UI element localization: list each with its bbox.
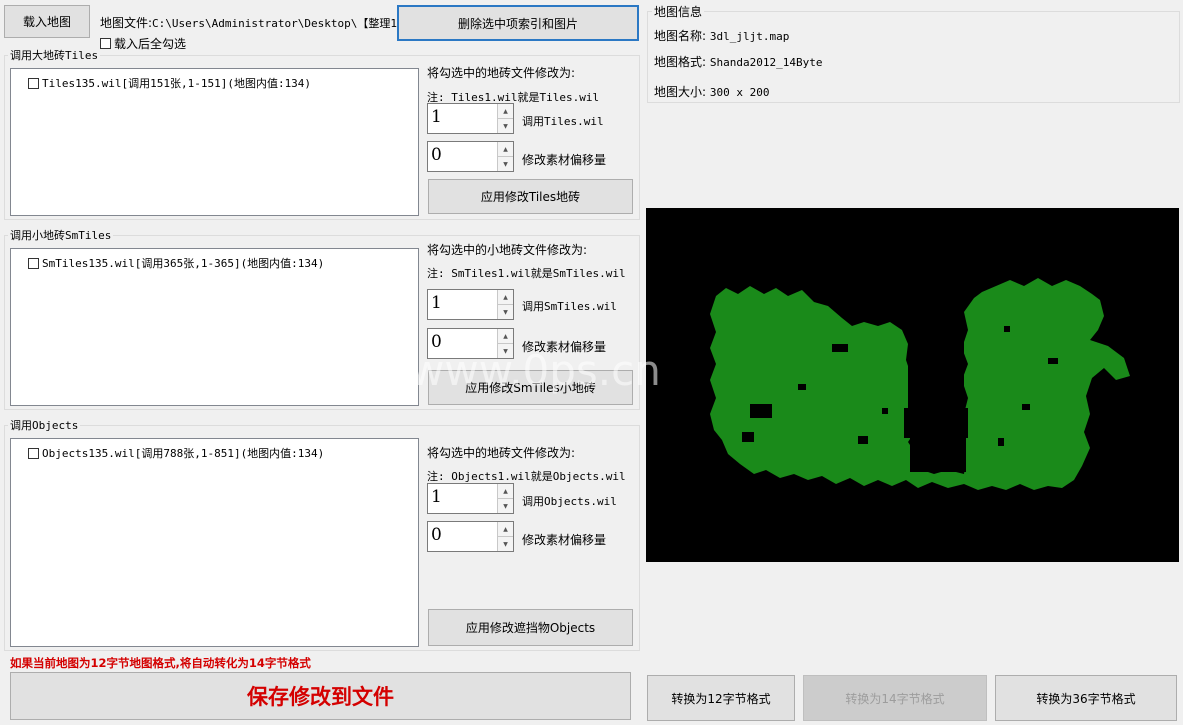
up-arrow-icon[interactable]: ▲ (498, 104, 513, 119)
stepper-value[interactable]: 1 (431, 107, 442, 127)
tiles-modify-label: 将勾选中的地砖文件修改为: (427, 66, 576, 80)
up-arrow-icon[interactable]: ▲ (498, 484, 513, 499)
list-item[interactable]: Objects135.wil[调用788张,1-851](地图内值:134) (28, 445, 324, 461)
map-hole (1048, 358, 1058, 364)
smtiles-modify-label: 将勾选中的小地砖文件修改为: (427, 243, 588, 257)
objects-file-stepper[interactable]: 1 ▲ ▼ (427, 483, 514, 514)
tiles-group-title: 调用大地砖Tiles (8, 47, 101, 63)
apply-objects-button[interactable]: 应用修改遮挡物Objects (428, 609, 633, 646)
objects-offset-stepper[interactable]: 0 ▲ ▼ (427, 521, 514, 552)
objects-listbox[interactable]: Objects135.wil[调用788张,1-851](地图内值:134) (10, 438, 419, 647)
list-item-label: Objects135.wil[调用788张,1-851](地图内值:134) (42, 447, 325, 460)
apply-smtiles-button[interactable]: 应用修改SmTiles小地砖 (428, 370, 633, 405)
map-format-label: 地图格式: (654, 55, 707, 69)
list-item-label: SmTiles135.wil[调用365张,1-365](地图内值:134) (42, 257, 325, 270)
smtiles-note: 注: SmTiles1.wil就是SmTiles.wil (427, 267, 626, 280)
item-checkbox[interactable] (28, 77, 39, 89)
map-size-row: 地图大小: 300 x 200 (654, 83, 769, 100)
map-format-value: Shanda2012_14Byte (709, 56, 823, 69)
map-file-path: C:\Users\Administrator\Desktop\【整理15】 (152, 17, 415, 30)
tiles-file-label: 调用Tiles.wil (522, 115, 604, 128)
tiles-offset-stepper[interactable]: 0 ▲ ▼ (427, 141, 514, 172)
checkbox-box[interactable] (100, 38, 111, 49)
map-hole (798, 384, 806, 390)
map-file-caption: 地图文件: (100, 16, 153, 30)
stepper-value[interactable]: 0 (431, 525, 442, 545)
stepper-arrows[interactable]: ▲ ▼ (497, 104, 513, 133)
smtiles-group-title: 调用小地砖SmTiles (8, 227, 114, 243)
map-gap (908, 304, 964, 410)
stepper-value[interactable]: 0 (431, 332, 442, 352)
objects-group-title: 调用Objects (8, 417, 81, 433)
map-preview (646, 208, 1179, 562)
smtiles-file-stepper[interactable]: 1 ▲ ▼ (427, 289, 514, 320)
down-arrow-icon[interactable]: ▼ (498, 305, 513, 319)
map-name-row: 地图名称: 3dl_jljt.map (654, 27, 789, 44)
map-hole (1022, 404, 1030, 410)
map-size-label: 地图大小: (654, 85, 707, 99)
tiles-listbox[interactable]: Tiles135.wil[调用151张,1-151](地图内值:134) (10, 68, 419, 216)
stepper-arrows[interactable]: ▲ ▼ (497, 290, 513, 319)
item-checkbox[interactable] (28, 447, 39, 459)
select-all-after-load-checkbox[interactable]: 载入后全勾选 (100, 35, 186, 52)
objects-note: 注: Objects1.wil就是Objects.wil (427, 470, 626, 483)
smtiles-offset-label: 修改素材偏移量 (522, 340, 607, 354)
objects-offset-label: 修改素材偏移量 (522, 533, 607, 547)
map-file-label: 地图文件:C:\Users\Administrator\Desktop\【整理1… (100, 14, 415, 31)
map-info-title: 地图信息 (652, 3, 705, 20)
apply-tiles-button[interactable]: 应用修改Tiles地砖 (428, 179, 633, 214)
map-hole (1004, 326, 1010, 332)
smtiles-offset-stepper[interactable]: 0 ▲ ▼ (427, 328, 514, 359)
list-item[interactable]: SmTiles135.wil[调用365张,1-365](地图内值:134) (28, 255, 324, 271)
map-hole (742, 432, 754, 442)
down-arrow-icon[interactable]: ▼ (498, 157, 513, 171)
stepper-value[interactable]: 1 (431, 293, 442, 313)
map-gap (904, 408, 968, 438)
down-arrow-icon[interactable]: ▼ (498, 537, 513, 551)
down-arrow-icon[interactable]: ▼ (498, 344, 513, 358)
map-format-row: 地图格式: Shanda2012_14Byte (654, 53, 822, 70)
item-checkbox[interactable] (28, 257, 39, 269)
map-hole (858, 436, 868, 444)
convert-36byte-button[interactable]: 转换为36字节格式 (995, 675, 1177, 721)
list-item[interactable]: Tiles135.wil[调用151张,1-151](地图内值:134) (28, 75, 311, 91)
up-arrow-icon[interactable]: ▲ (498, 290, 513, 305)
convert-14byte-button[interactable]: 转换为14字节格式 (803, 675, 987, 721)
map-name-value: 3dl_jljt.map (709, 30, 790, 43)
format-warning-text: 如果当前地图为12字节地图格式,将自动转化为14字节格式 (10, 656, 311, 670)
stepper-arrows[interactable]: ▲ ▼ (497, 484, 513, 513)
map-gap (910, 436, 966, 472)
map-hole (998, 438, 1004, 446)
delete-selected-button[interactable]: 删除选中项索引和图片 (397, 5, 639, 41)
stepper-arrows[interactable]: ▲ ▼ (497, 522, 513, 551)
stepper-arrows[interactable]: ▲ ▼ (497, 329, 513, 358)
tiles-file-stepper[interactable]: 1 ▲ ▼ (427, 103, 514, 134)
objects-file-label: 调用Objects.wil (522, 495, 617, 508)
load-map-button[interactable]: 载入地图 (4, 5, 90, 38)
select-all-after-load-label: 载入后全勾选 (114, 37, 187, 51)
down-arrow-icon[interactable]: ▼ (498, 119, 513, 133)
stepper-value[interactable]: 0 (431, 145, 442, 165)
up-arrow-icon[interactable]: ▲ (498, 142, 513, 157)
up-arrow-icon[interactable]: ▲ (498, 329, 513, 344)
map-size-value: 300 x 200 (709, 86, 770, 99)
smtiles-listbox[interactable]: SmTiles135.wil[调用365张,1-365](地图内值:134) (10, 248, 419, 406)
map-name-label: 地图名称: (654, 29, 707, 43)
tiles-offset-label: 修改素材偏移量 (522, 153, 607, 167)
up-arrow-icon[interactable]: ▲ (498, 522, 513, 537)
list-item-label: Tiles135.wil[调用151张,1-151](地图内值:134) (42, 77, 312, 90)
map-hole (832, 344, 848, 352)
down-arrow-icon[interactable]: ▼ (498, 499, 513, 513)
map-hole (750, 404, 772, 418)
smtiles-file-label: 调用SmTiles.wil (522, 300, 617, 313)
objects-modify-label: 将勾选中的地砖文件修改为: (427, 446, 576, 460)
convert-12byte-button[interactable]: 转换为12字节格式 (647, 675, 795, 721)
stepper-arrows[interactable]: ▲ ▼ (497, 142, 513, 171)
stepper-value[interactable]: 1 (431, 487, 442, 507)
save-to-file-button[interactable]: 保存修改到文件 (10, 672, 631, 720)
map-hole (882, 408, 888, 414)
